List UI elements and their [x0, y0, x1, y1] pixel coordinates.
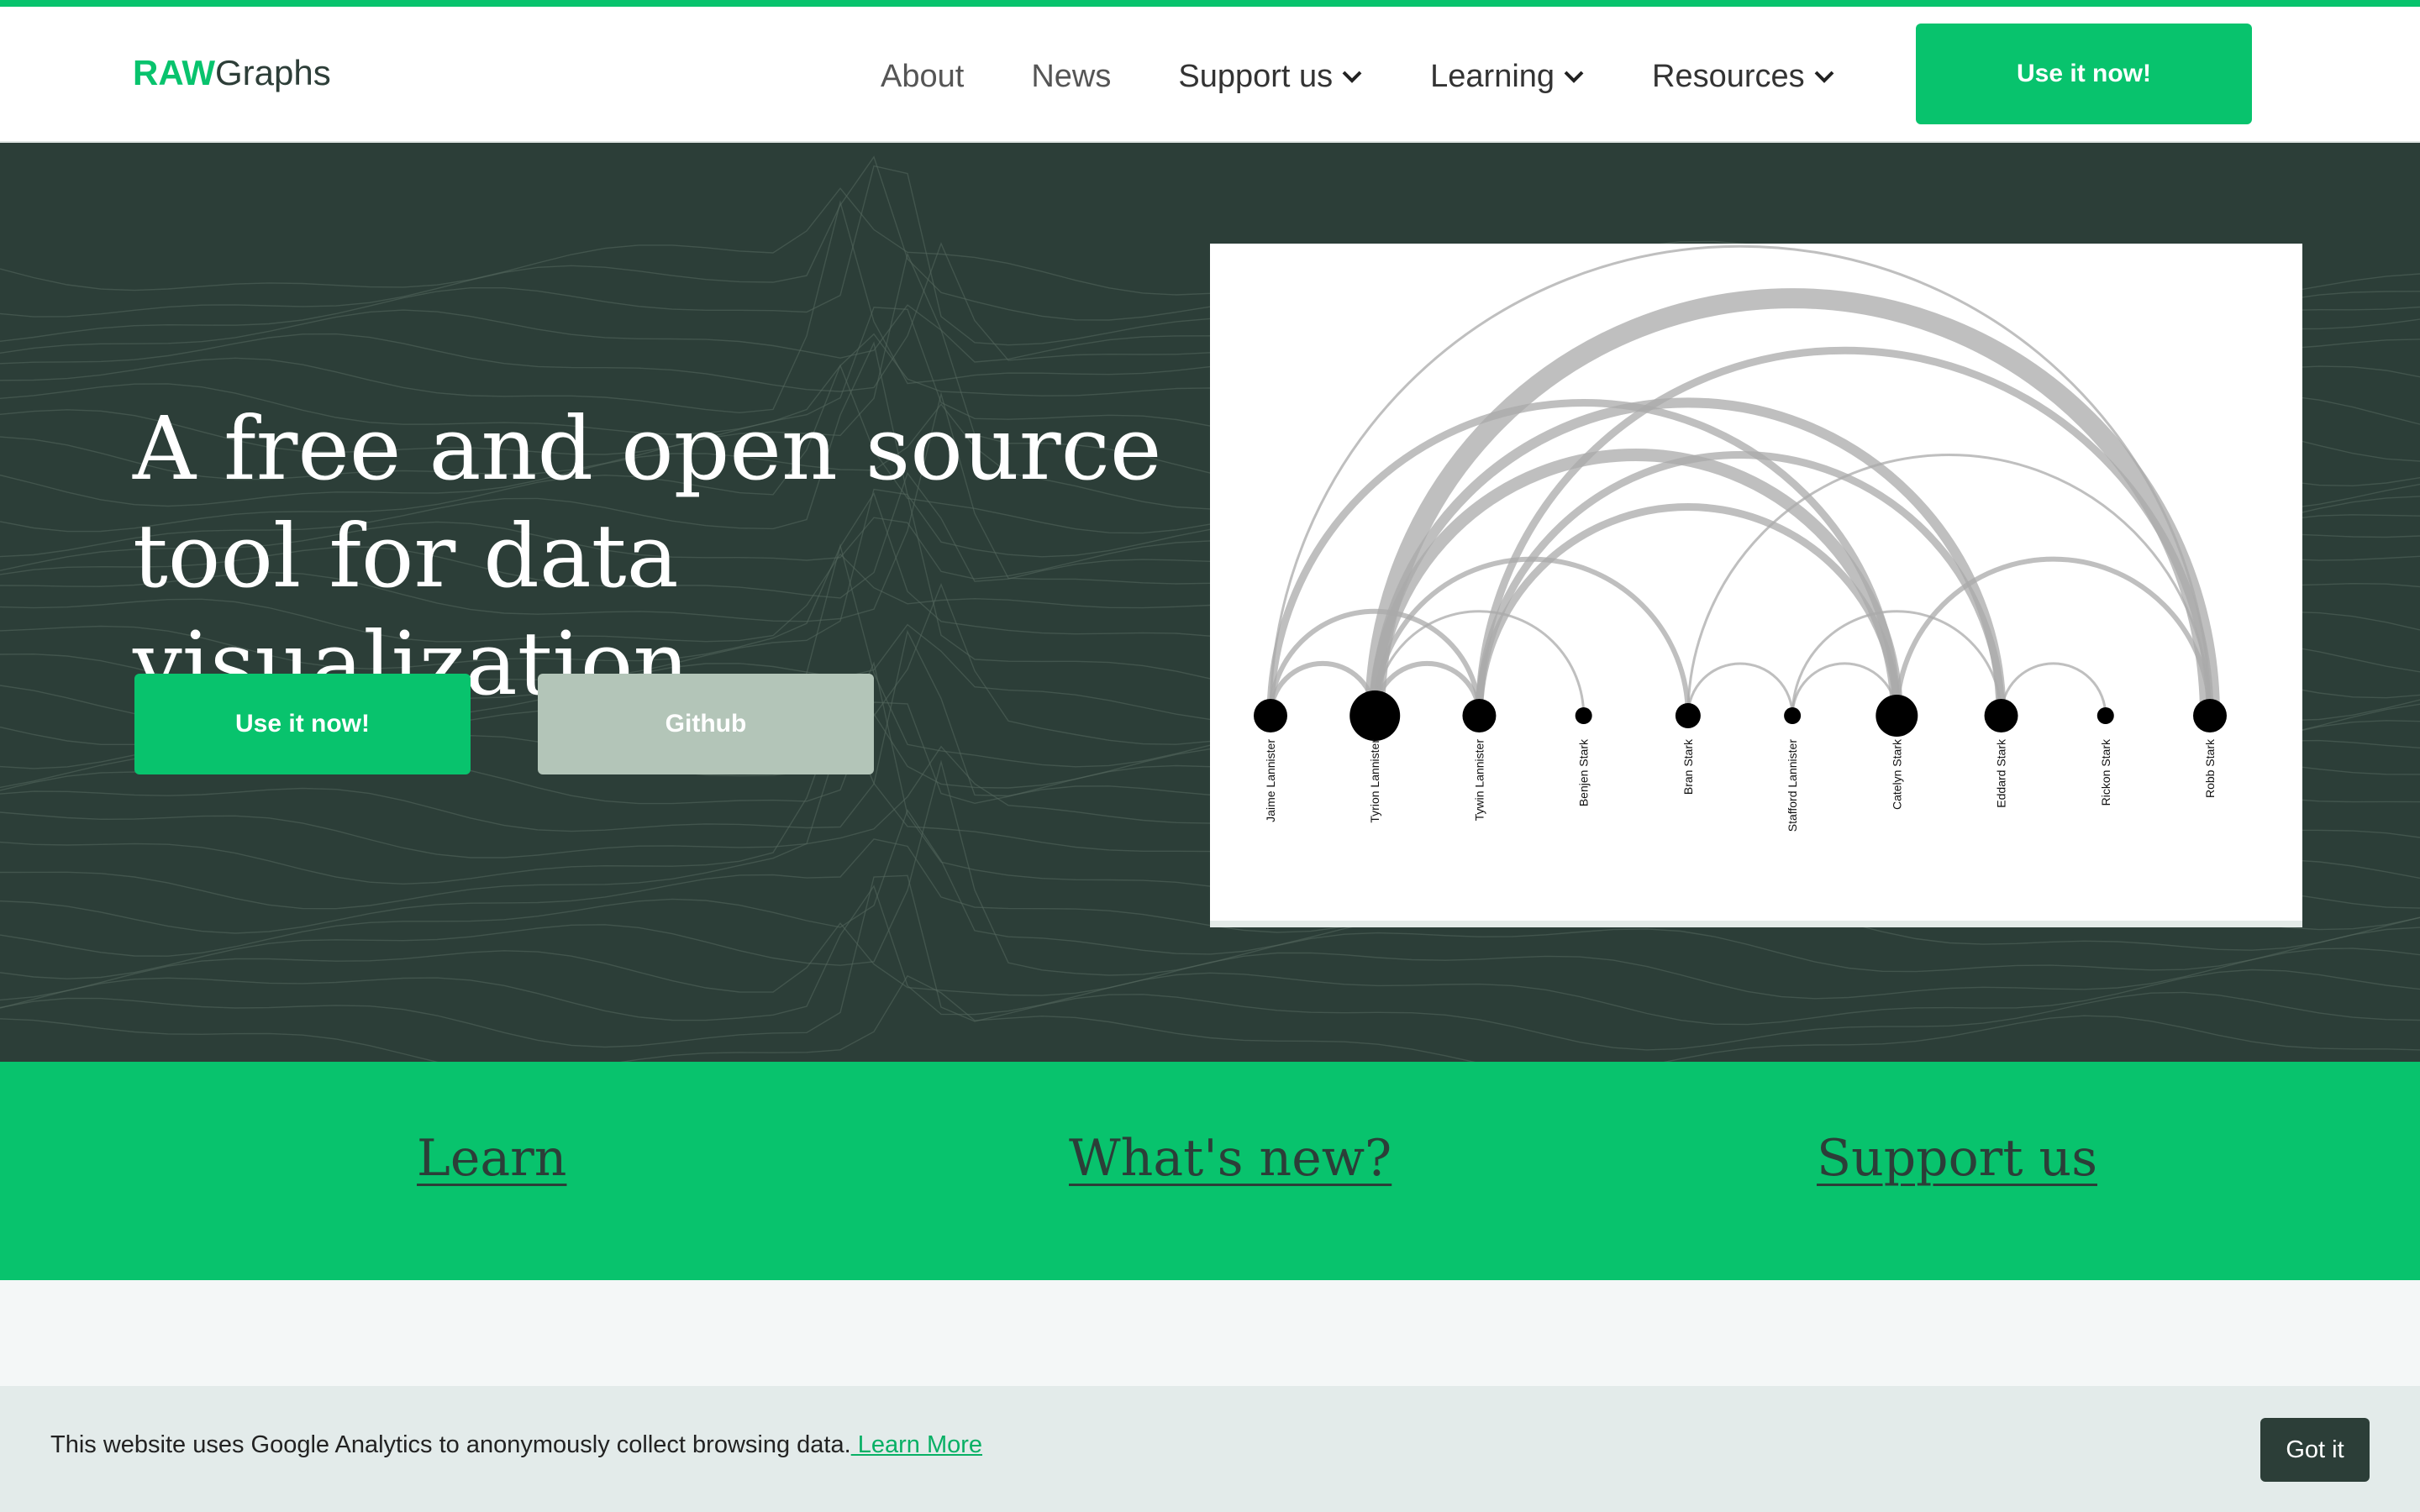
- arc-link: [2000, 662, 2107, 717]
- nav-news[interactable]: News: [1031, 59, 1111, 95]
- arc-node-label: Jaime Lannister: [1264, 739, 1277, 822]
- cookie-message: This website uses Google Analytics to an…: [50, 1431, 982, 1459]
- nav-support-label: Support us: [1178, 58, 1334, 94]
- chevron-down-icon: [1342, 71, 1362, 83]
- arc-node-label: Rickon Stark: [2099, 738, 2112, 806]
- top-accent-line: [0, 0, 2420, 7]
- arc-node-label: Stafford Lannister: [1786, 739, 1799, 832]
- nav-support[interactable]: Support us: [1178, 59, 1363, 95]
- hero-section: A free and open source tool for data vis…: [0, 143, 2420, 1062]
- arc-node-label: Tywin Lannister: [1472, 739, 1486, 822]
- arc-node-label: Eddard Stark: [1995, 738, 2008, 808]
- arc-node-label: Bran Stark: [1681, 738, 1695, 795]
- arc-diagram: Jaime Lannister Tyrion Lannister Tywin Lan…: [1254, 244, 2227, 832]
- header-use-it-now-button[interactable]: Use it now!: [1916, 24, 2252, 124]
- arc-node: [1675, 703, 1701, 728]
- nav-about-label: About: [881, 58, 965, 94]
- nav-about[interactable]: About: [881, 59, 964, 95]
- chart-card-shadow: [1210, 921, 2302, 927]
- chevron-down-icon: [1814, 71, 1834, 83]
- cookie-banner: This website uses Google Analytics to an…: [0, 1386, 2420, 1512]
- arc-node-label: Catelyn Stark: [1890, 738, 1903, 810]
- site-header: RAWGraphs About News Support us Learning…: [0, 7, 2420, 143]
- arc-diagram-preview: Jaime Lannister Tyrion Lannister Tywin Lan…: [1210, 244, 2302, 927]
- nav-learning-label: Learning: [1430, 58, 1555, 94]
- background-wave-line: [0, 921, 2420, 1001]
- nav-resources[interactable]: Resources: [1652, 59, 1835, 95]
- nav-resources-label: Resources: [1652, 58, 1805, 94]
- arc-node: [1876, 695, 1918, 737]
- hero-use-it-now-button[interactable]: Use it now!: [134, 674, 471, 774]
- arc-node-label: Robb Stark: [2203, 738, 2217, 798]
- nav-news-label: News: [1031, 58, 1112, 94]
- arc-node-label: Tyrion Lannister: [1368, 739, 1381, 823]
- arc-node: [1984, 699, 2018, 732]
- arc-link: [1894, 556, 2212, 717]
- arc-node: [1462, 699, 1497, 732]
- arc-node: [2096, 707, 2114, 724]
- cookie-got-it-button[interactable]: Got it: [2260, 1418, 2370, 1482]
- support-us-link[interactable]: Support us: [1817, 1129, 2097, 1188]
- arc-node: [1575, 707, 1592, 724]
- arc-link: [1368, 449, 1903, 717]
- arc-node: [1784, 707, 1802, 724]
- learn-link[interactable]: Learn: [417, 1129, 566, 1188]
- main-nav: About News Support us Learning Resources: [881, 55, 1902, 97]
- arc-node: [1349, 690, 1401, 741]
- logo-graphs-text: Graphs: [215, 53, 331, 92]
- whats-new-link[interactable]: What's new?: [1069, 1129, 1392, 1188]
- rawgraphs-logo[interactable]: RAWGraphs: [133, 52, 331, 94]
- hero-headline: A free and open source tool for data vis…: [133, 395, 1183, 717]
- cookie-text: This website uses Google Analytics to an…: [50, 1431, 851, 1458]
- cookie-learn-more-link[interactable]: Learn More: [851, 1431, 982, 1458]
- quick-links-band: Learn What's new? Support us: [0, 1062, 2420, 1280]
- arc-node: [2193, 699, 2227, 732]
- hero-github-button[interactable]: Github: [538, 674, 874, 774]
- hero-headline-line1: A free and open source: [133, 397, 1162, 500]
- arc-link: [1686, 662, 1794, 717]
- logo-raw-text: RAW: [133, 53, 215, 92]
- arc-node-label: Benjen Stark: [1577, 738, 1591, 806]
- nav-learning[interactable]: Learning: [1430, 59, 1585, 95]
- chevron-down-icon: [1564, 71, 1584, 83]
- arc-node: [1254, 699, 1287, 732]
